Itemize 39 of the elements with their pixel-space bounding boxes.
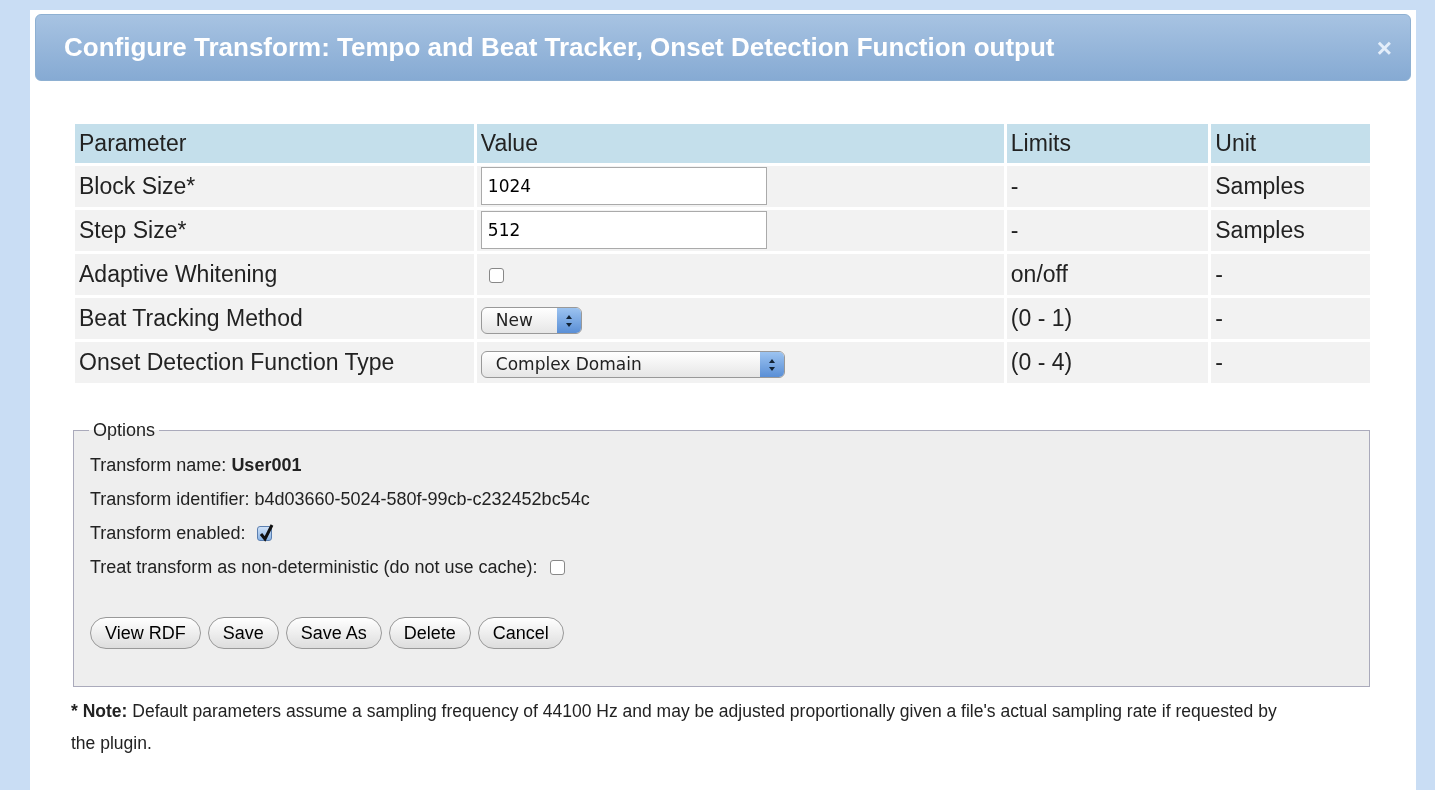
- checkbox[interactable]: [549, 560, 565, 575]
- limits-cell: (0 - 4): [1006, 341, 1209, 383]
- value-field[interactable]: 1024: [480, 167, 767, 205]
- up-down-arrows-icon: [767, 357, 776, 372]
- column-header: Unit: [1211, 124, 1370, 163]
- column-header: Value: [476, 124, 1004, 163]
- action-button[interactable]: Delete: [388, 616, 471, 649]
- action-button[interactable]: Save: [207, 616, 279, 649]
- option-label: Transform enabled:: [90, 522, 246, 545]
- dropdown[interactable]: Complex Domain: [480, 351, 785, 378]
- dropdown[interactable]: New: [480, 307, 582, 334]
- action-button[interactable]: Save As: [285, 616, 382, 649]
- parameter-cell: Adaptive Whitening: [75, 253, 474, 295]
- note-text: * Note: Default parameters assume a sampling frequency of 44100 Hz and may be adjusted proportionally given a file's actual sampling rate if requested by the plugin.: [71, 699, 1278, 755]
- option-label: Treat transform as non-deterministic (do not use cache):: [90, 556, 538, 579]
- action-button[interactable]: View RDF: [90, 616, 201, 649]
- parameter-cell: Block Size*: [75, 165, 474, 207]
- parameter-cell: Step Size*: [75, 209, 474, 251]
- parameter-cell: Beat Tracking Method: [75, 297, 474, 339]
- limits-cell: -: [1006, 165, 1209, 207]
- limits-cell: -: [1006, 209, 1209, 251]
- checkbox[interactable]: [488, 268, 504, 284]
- unit-cell: Samples: [1211, 165, 1370, 207]
- parameter-cell: Onset Detection Function Type: [75, 341, 474, 383]
- checkbox[interactable]: [257, 526, 273, 541]
- option-text: Transform identifier: b4d03660-5024-580f-99cb-c232452bc54c: [90, 488, 590, 511]
- unit-cell: -: [1211, 341, 1370, 383]
- unit-cell: -: [1211, 253, 1370, 295]
- unit-cell: -: [1211, 297, 1370, 339]
- option-text: Transform name: User001: [90, 454, 302, 477]
- up-down-arrows-icon: [564, 313, 573, 328]
- limits-cell: on/off: [1006, 253, 1209, 295]
- dialog-title: Configure Transform: Tempo and Beat Tracker, Onset Detection Function output: [64, 31, 1055, 64]
- column-header: Limits: [1006, 124, 1209, 163]
- limits-cell: (0 - 1): [1006, 297, 1209, 339]
- action-button[interactable]: Cancel: [477, 616, 564, 649]
- unit-cell: Samples: [1211, 209, 1370, 251]
- column-header: Parameter: [75, 124, 474, 163]
- value-field[interactable]: 512: [480, 211, 767, 249]
